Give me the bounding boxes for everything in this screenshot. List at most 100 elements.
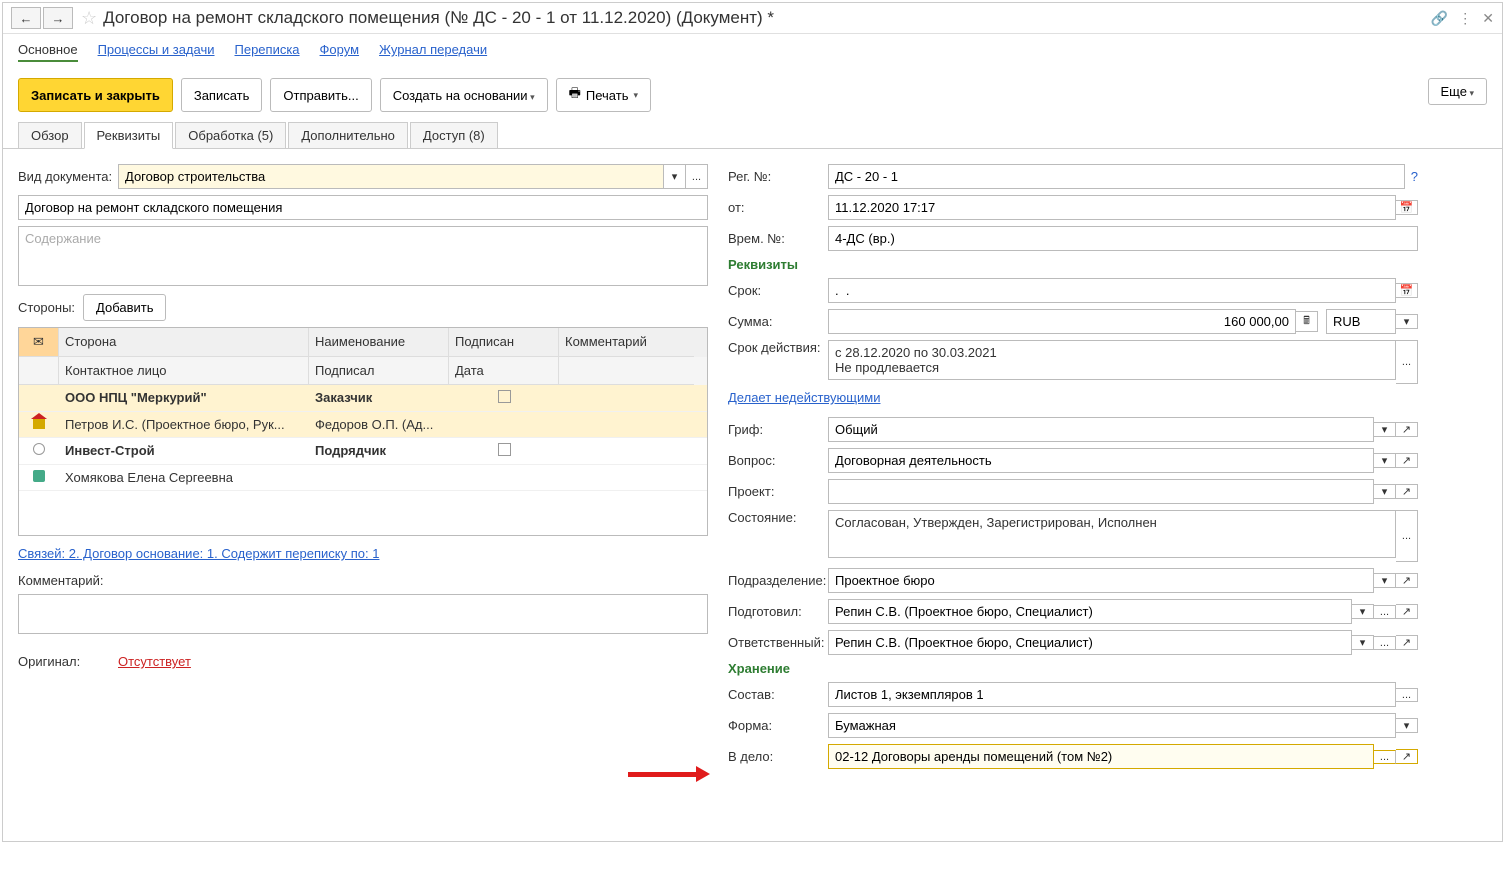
state-textarea[interactable]: Согласован, Утвержден, Зарегистрирован, … — [828, 510, 1396, 558]
tab-access[interactable]: Доступ (8) — [410, 122, 498, 148]
dropdown-icon[interactable]: ▾ — [1374, 422, 1396, 437]
nav-forward-button[interactable]: → — [43, 7, 73, 29]
tab-processing[interactable]: Обработка (5) — [175, 122, 286, 148]
favorite-star-icon[interactable]: ☆ — [81, 8, 97, 29]
doc-name-input[interactable] — [18, 195, 708, 220]
comment-textarea[interactable] — [18, 594, 708, 634]
table-row[interactable]: Инвест-Строй Подрядчик — [19, 438, 707, 465]
nav-processes[interactable]: Процессы и задачи — [98, 42, 215, 62]
form-tabs: Обзор Реквизиты Обработка (5) Дополнител… — [3, 122, 1502, 149]
print-button[interactable]: 🖶Печать — [556, 78, 651, 112]
table-row[interactable]: Петров И.С. (Проектное бюро, Рук... Федо… — [19, 412, 707, 438]
grif-input[interactable] — [828, 417, 1374, 442]
dropdown-icon[interactable]: ▾ — [1352, 635, 1374, 650]
question-input[interactable] — [828, 448, 1374, 473]
close-icon[interactable]: ✕ — [1482, 10, 1494, 27]
content-textarea[interactable]: Содержание — [18, 226, 708, 286]
ellipsis-icon[interactable]: ... — [1374, 636, 1396, 650]
th-signed-by: Подписал — [309, 357, 449, 385]
sides-table: ✉ Сторона Наименование Подписан Коммента… — [18, 327, 708, 536]
dropdown-icon[interactable]: ▾ — [1374, 453, 1396, 468]
link-icon[interactable]: 🔗 — [1431, 10, 1448, 27]
case-label: В дело: — [728, 749, 828, 764]
resp-input[interactable] — [828, 630, 1352, 655]
prepared-input[interactable] — [828, 599, 1352, 624]
calc-icon[interactable]: 🖩 — [1296, 311, 1318, 332]
dropdown-icon[interactable]: ▾ — [1374, 573, 1396, 588]
send-button[interactable]: Отправить... — [270, 78, 371, 112]
calendar-icon[interactable]: 📅 — [1396, 283, 1418, 298]
doc-type-input[interactable] — [118, 164, 664, 189]
tab-details[interactable]: Реквизиты — [84, 122, 174, 149]
nav-journal[interactable]: Журнал передачи — [379, 42, 487, 62]
ellipsis-icon[interactable]: ... — [1396, 688, 1418, 702]
titlebar: ← → ☆ Договор на ремонт складского помещ… — [3, 3, 1502, 34]
checkbox-icon[interactable] — [498, 443, 511, 456]
open-icon[interactable]: ↗ — [1396, 749, 1418, 764]
calendar-icon[interactable]: 📅 — [1396, 200, 1418, 215]
comp-input[interactable] — [828, 682, 1396, 707]
relations-link[interactable]: Связей: 2. Договор основание: 1. Содержи… — [18, 546, 379, 561]
more-button[interactable]: Еще — [1428, 78, 1487, 105]
open-icon[interactable]: ↗ — [1396, 453, 1418, 468]
dept-input[interactable] — [828, 568, 1374, 593]
term-label: Срок: — [728, 283, 828, 298]
radio-icon[interactable] — [33, 443, 45, 455]
house-icon — [33, 419, 45, 429]
dropdown-icon[interactable]: ▾ — [664, 164, 686, 189]
help-icon[interactable]: ? — [1411, 169, 1418, 184]
save-close-button[interactable]: Записать и закрыть — [18, 78, 173, 112]
th-signed: Подписан — [449, 328, 559, 357]
printer-icon: 🖶 — [569, 84, 581, 106]
valid-textarea[interactable]: с 28.12.2020 по 30.03.2021 Не продлевает… — [828, 340, 1396, 380]
save-button[interactable]: Записать — [181, 78, 263, 112]
ellipsis-icon[interactable]: ... — [1374, 605, 1396, 619]
open-icon[interactable]: ↗ — [1396, 635, 1418, 650]
invalid-link[interactable]: Делает недействующими — [728, 390, 880, 405]
from-date-input[interactable] — [828, 195, 1396, 220]
tab-overview[interactable]: Обзор — [18, 122, 82, 148]
reg-no-input[interactable] — [828, 164, 1405, 189]
dropdown-icon[interactable]: ▾ — [1352, 604, 1374, 619]
case-input[interactable] — [828, 744, 1374, 769]
nav-correspondence[interactable]: Переписка — [235, 42, 300, 62]
form-label: Форма: — [728, 718, 828, 733]
th-icon: ✉ — [19, 328, 59, 357]
th-contact: Контактное лицо — [59, 357, 309, 385]
more-vert-icon[interactable]: ⋮ — [1458, 10, 1472, 27]
open-icon[interactable]: ↗ — [1396, 573, 1418, 588]
ellipsis-icon[interactable]: ... — [686, 164, 708, 189]
nav-main[interactable]: Основное — [18, 42, 78, 62]
valid-label: Срок действия: — [728, 340, 828, 355]
currency-input[interactable] — [1326, 309, 1396, 334]
project-input[interactable] — [828, 479, 1374, 504]
temp-no-input[interactable] — [828, 226, 1418, 251]
nav-forum[interactable]: Форум — [320, 42, 360, 62]
ellipsis-icon[interactable]: ... — [1396, 510, 1418, 562]
project-label: Проект: — [728, 484, 828, 499]
ellipsis-icon[interactable]: ... — [1374, 750, 1396, 764]
resp-label: Ответственный: — [728, 635, 828, 650]
sum-label: Сумма: — [728, 314, 828, 329]
open-icon[interactable]: ↗ — [1396, 484, 1418, 499]
table-row[interactable]: ООО НПЦ "Меркурий" Заказчик — [19, 385, 707, 412]
checkbox-icon[interactable] — [498, 390, 511, 403]
form-input[interactable] — [828, 713, 1396, 738]
dropdown-icon[interactable]: ▾ — [1374, 484, 1396, 499]
open-icon[interactable]: ↗ — [1396, 604, 1418, 619]
original-link[interactable]: Отсутствует — [118, 654, 191, 669]
sum-input[interactable] — [828, 309, 1296, 334]
dropdown-icon[interactable]: ▾ — [1396, 718, 1418, 733]
tab-additional[interactable]: Дополнительно — [288, 122, 408, 148]
create-based-button[interactable]: Создать на основании — [380, 78, 548, 112]
dropdown-icon[interactable]: ▾ — [1396, 314, 1418, 329]
ellipsis-icon[interactable]: ... — [1396, 340, 1418, 384]
table-row[interactable]: Хомякова Елена Сергеевна — [19, 465, 707, 491]
add-side-button[interactable]: Добавить — [83, 294, 166, 321]
th-comment: Комментарий — [559, 328, 694, 357]
nav-back-button[interactable]: ← — [11, 7, 41, 29]
open-icon[interactable]: ↗ — [1396, 422, 1418, 437]
window-title: Договор на ремонт складского помещения (… — [103, 8, 1431, 28]
term-input[interactable] — [828, 278, 1396, 303]
dept-label: Подразделение: — [728, 573, 828, 588]
